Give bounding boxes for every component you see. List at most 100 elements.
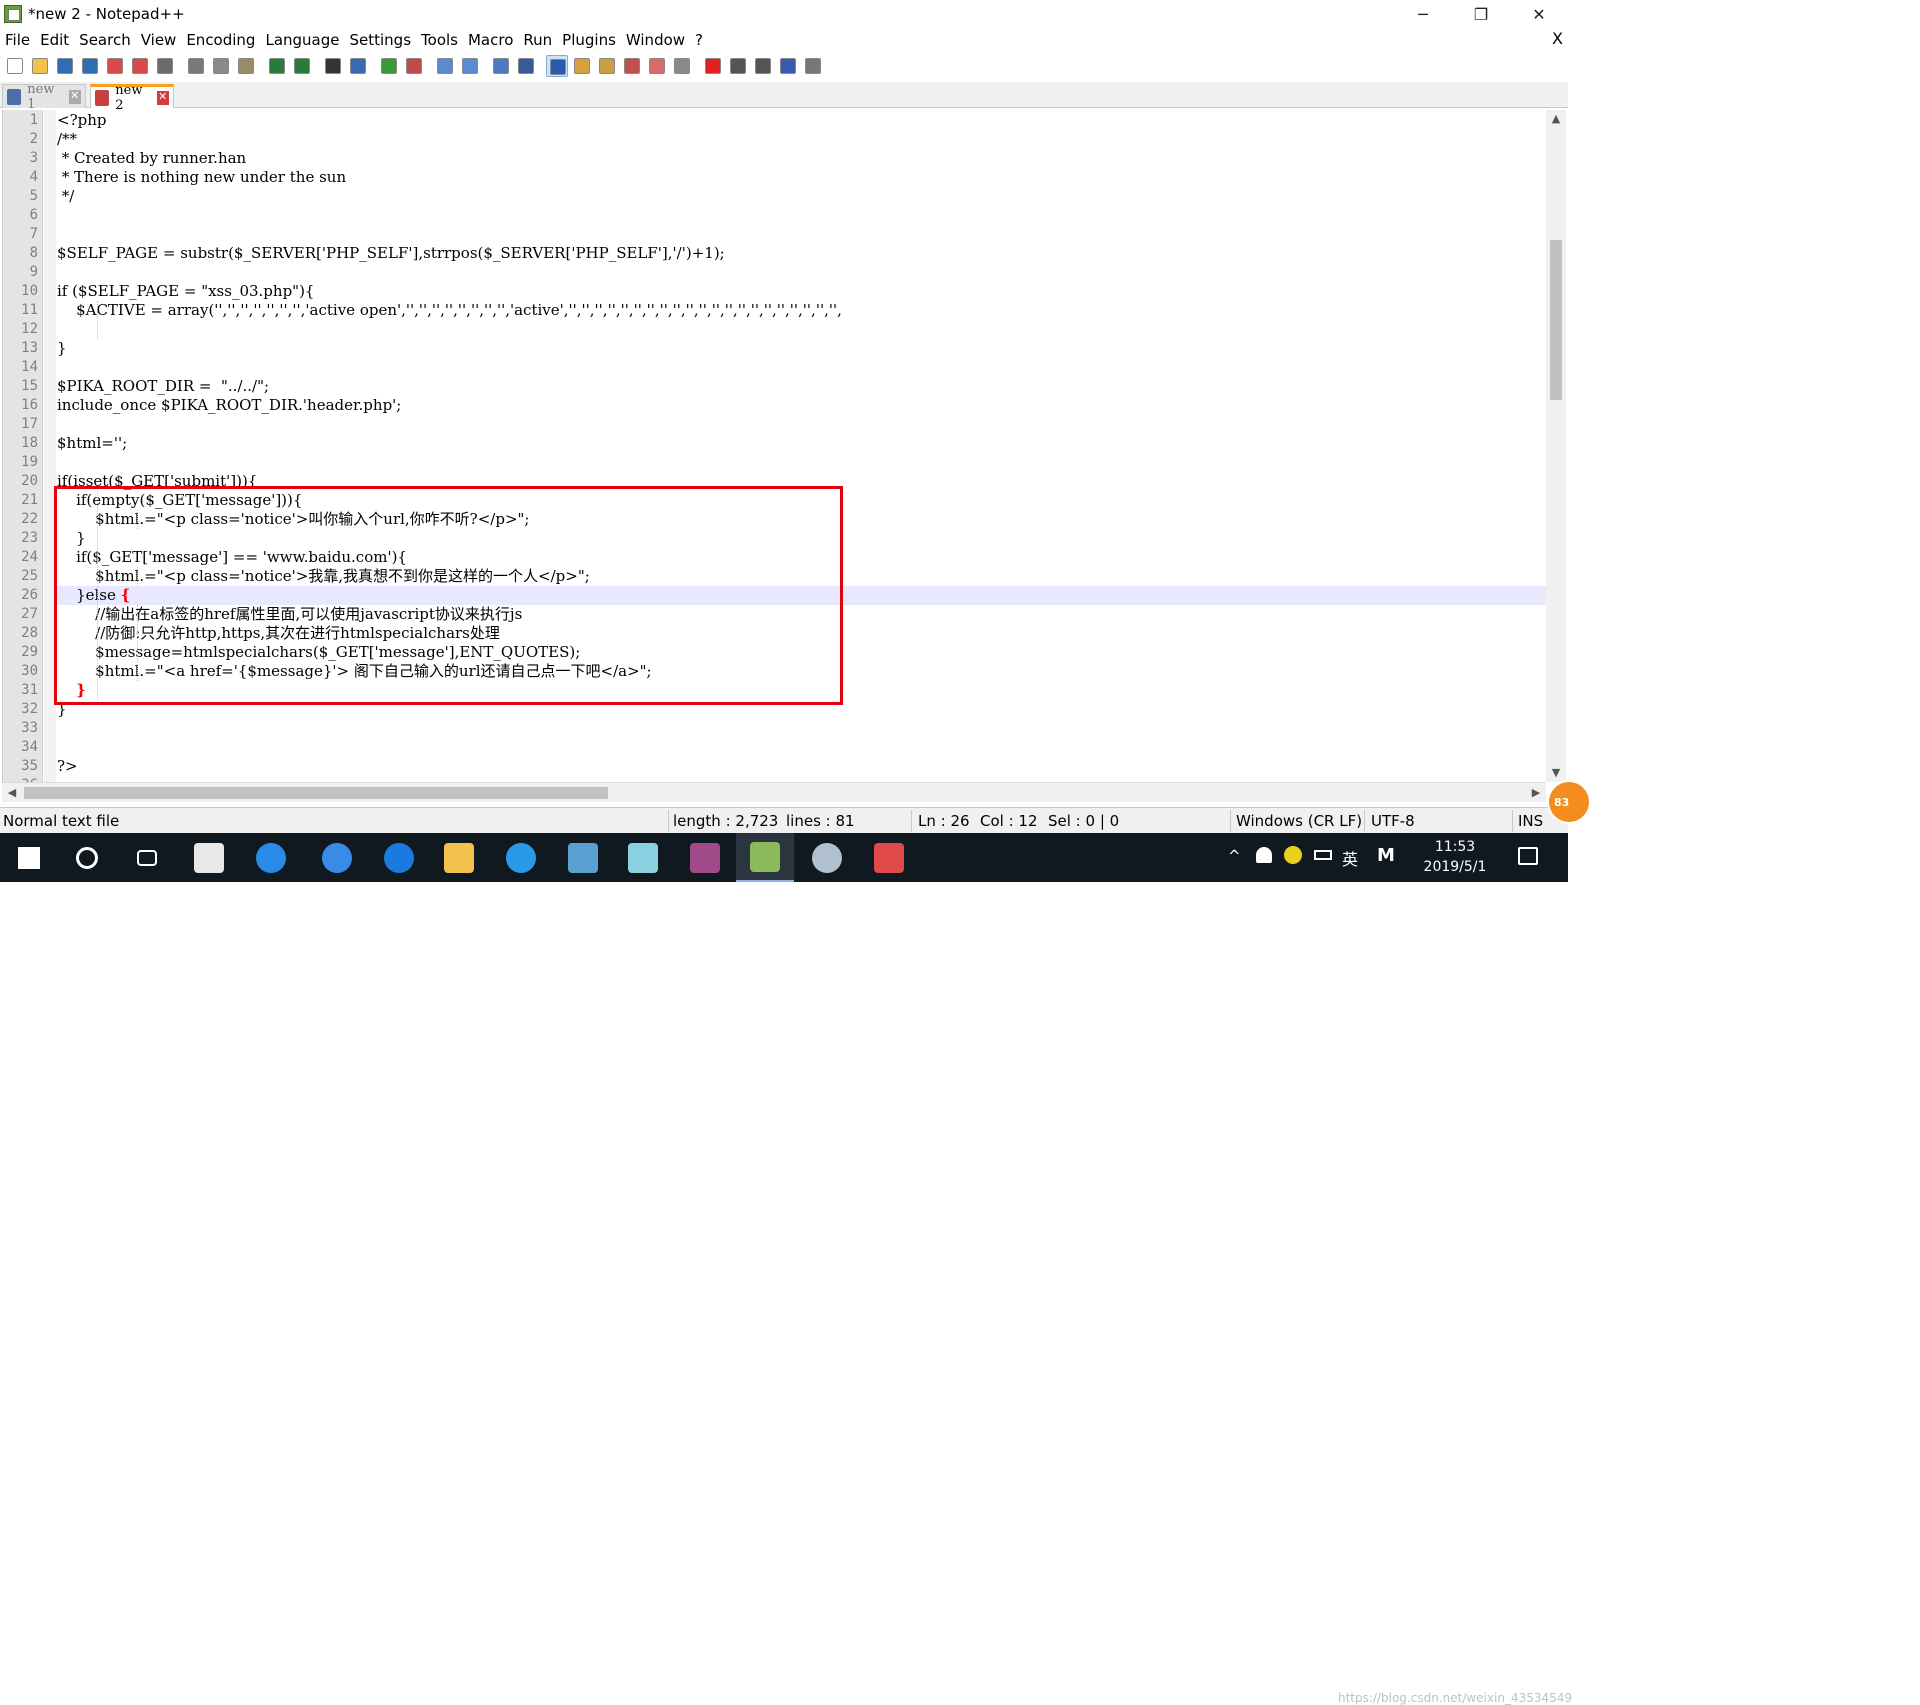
code-line[interactable]: $SELF_PAGE = substr($_SERVER['PHP_SELF']… [57, 244, 725, 263]
code-line[interactable]: $ACTIVE = array('','','','','','','','ac… [57, 301, 842, 320]
save-icon[interactable] [54, 55, 76, 77]
code-line[interactable]: include_once $PIKA_ROOT_DIR.'header.php'… [57, 396, 401, 415]
menu-settings[interactable]: Settings [345, 31, 417, 49]
tray-chevron-icon[interactable]: ^ [1228, 847, 1241, 865]
horizontal-scroll-thumb[interactable] [24, 787, 608, 799]
battery-icon[interactable] [1314, 850, 1332, 860]
redo-icon[interactable] [291, 55, 313, 77]
clock-app-icon[interactable] [308, 833, 366, 882]
copy-icon[interactable] [210, 55, 232, 77]
close-icon[interactable] [104, 55, 126, 77]
word-wrap-icon[interactable] [490, 55, 512, 77]
find-icon[interactable] [322, 55, 344, 77]
ime-mode[interactable]: M [1377, 845, 1395, 866]
code-line[interactable]: $PIKA_ROOT_DIR = "../../"; [57, 377, 269, 396]
menu-plugins[interactable]: Plugins [557, 31, 621, 49]
menu-encoding[interactable]: Encoding [181, 31, 260, 49]
tab-close-icon[interactable]: ✕ [156, 90, 169, 105]
menu-edit[interactable]: Edit [35, 31, 74, 49]
play-macro-icon[interactable] [752, 55, 774, 77]
floating-badge[interactable]: 83 [1547, 780, 1591, 824]
restore-button[interactable]: ❐ [1452, 0, 1510, 28]
monitor-icon[interactable] [646, 55, 668, 77]
save-all-icon[interactable] [79, 55, 101, 77]
clock[interactable]: 11:53 2019/5/1 [1420, 837, 1490, 877]
minimize-button[interactable]: ─ [1394, 0, 1452, 28]
tab-close-icon[interactable]: ✕ [68, 89, 81, 104]
record-macro-icon[interactable] [702, 55, 724, 77]
function-list-icon[interactable] [596, 55, 618, 77]
code-line[interactable]: * There is nothing new under the sun [57, 168, 346, 187]
qq-browser-icon[interactable] [492, 833, 550, 882]
tab-new-2[interactable]: new 2 ✕ [90, 83, 174, 113]
code-line[interactable]: } [57, 339, 67, 358]
file-explorer-icon[interactable] [430, 833, 488, 882]
tab-new-1[interactable]: new 1 ✕ [2, 82, 86, 112]
status-eol[interactable]: Windows (CR LF) [1236, 812, 1362, 830]
app-swirl-icon[interactable] [180, 833, 238, 882]
menu-window[interactable]: Window [621, 31, 690, 49]
menu-view[interactable]: View [136, 31, 182, 49]
close-all-icon[interactable] [129, 55, 151, 77]
menu-run[interactable]: Run [518, 31, 557, 49]
doc-map-icon[interactable] [571, 55, 593, 77]
open-file-icon[interactable] [29, 55, 51, 77]
code-line[interactable]: $html=''; [57, 434, 127, 453]
paste-icon[interactable] [235, 55, 257, 77]
save-macro-icon[interactable] [802, 55, 824, 77]
user-lang-icon[interactable] [671, 55, 693, 77]
code-line[interactable]: */ [57, 187, 75, 206]
undo-icon[interactable] [266, 55, 288, 77]
notepadpp-icon[interactable] [736, 833, 794, 882]
code-line[interactable]: if ($SELF_PAGE = "xss_03.php"){ [57, 282, 314, 301]
action-center-icon[interactable] [1518, 847, 1538, 865]
task-view-icon[interactable] [118, 833, 176, 882]
menu-help[interactable]: ? [690, 31, 708, 49]
print-icon[interactable] [154, 55, 176, 77]
cut-icon[interactable] [185, 55, 207, 77]
scroll-down-icon[interactable]: ▼ [1546, 764, 1566, 782]
code-editor[interactable]: 1 2 3 4 5 6 7 8 9 10 11 12 13 14 15 16 17 18 19 20 21 22 23 24 2… [2, 110, 1546, 782]
menu-tools[interactable]: Tools [416, 31, 463, 49]
show-all-chars-icon[interactable] [515, 55, 537, 77]
vertical-scrollbar[interactable]: ▲ ▼ [1546, 110, 1566, 782]
notes-icon[interactable] [614, 833, 672, 882]
menu-macro[interactable]: Macro [463, 31, 518, 49]
indent-guide-icon[interactable] [546, 55, 568, 77]
snipping-icon[interactable] [860, 833, 918, 882]
code-line[interactable]: <?php [57, 111, 106, 130]
menu-search[interactable]: Search [74, 31, 136, 49]
code-line[interactable]: ?> [57, 757, 78, 776]
menu-file[interactable]: File [0, 31, 35, 49]
vertical-scroll-thumb[interactable] [1550, 240, 1562, 400]
new-file-icon[interactable] [4, 55, 26, 77]
stop-macro-icon[interactable] [727, 55, 749, 77]
winrar-icon[interactable] [676, 833, 734, 882]
zoom-out-icon[interactable] [403, 55, 425, 77]
menu-language[interactable]: Language [260, 31, 344, 49]
edge-icon[interactable] [370, 833, 428, 882]
ime-language[interactable]: 英 [1342, 846, 1358, 870]
close-document-button[interactable]: X [1552, 29, 1563, 48]
tray-app-plus-icon[interactable] [1284, 846, 1302, 864]
zoom-in-icon[interactable] [378, 55, 400, 77]
replace-icon[interactable] [347, 55, 369, 77]
notification-bell-icon[interactable] [1256, 847, 1272, 863]
horizontal-scrollbar[interactable]: ◀ ▶ [2, 782, 1546, 802]
run-macro-multiple-icon[interactable] [777, 55, 799, 77]
sync-horizontal-icon[interactable] [459, 55, 481, 77]
start-icon[interactable] [0, 833, 58, 882]
cortana-icon[interactable] [58, 833, 116, 882]
code-line[interactable]: * Created by runner.han [57, 149, 246, 168]
scroll-left-icon[interactable]: ◀ [2, 783, 22, 803]
scroll-right-icon[interactable]: ▶ [1526, 783, 1546, 803]
status-encoding[interactable]: UTF-8 [1371, 812, 1415, 830]
globe-icon[interactable] [798, 833, 856, 882]
sync-vertical-icon[interactable] [434, 55, 456, 77]
close-window-button[interactable]: ✕ [1510, 0, 1568, 28]
status-insert-mode[interactable]: INS [1518, 812, 1543, 830]
code-line[interactable]: /** [57, 130, 77, 149]
remote-desktop-icon[interactable] [554, 833, 612, 882]
scroll-up-icon[interactable]: ▲ [1546, 110, 1566, 128]
ie-icon[interactable] [242, 833, 300, 882]
